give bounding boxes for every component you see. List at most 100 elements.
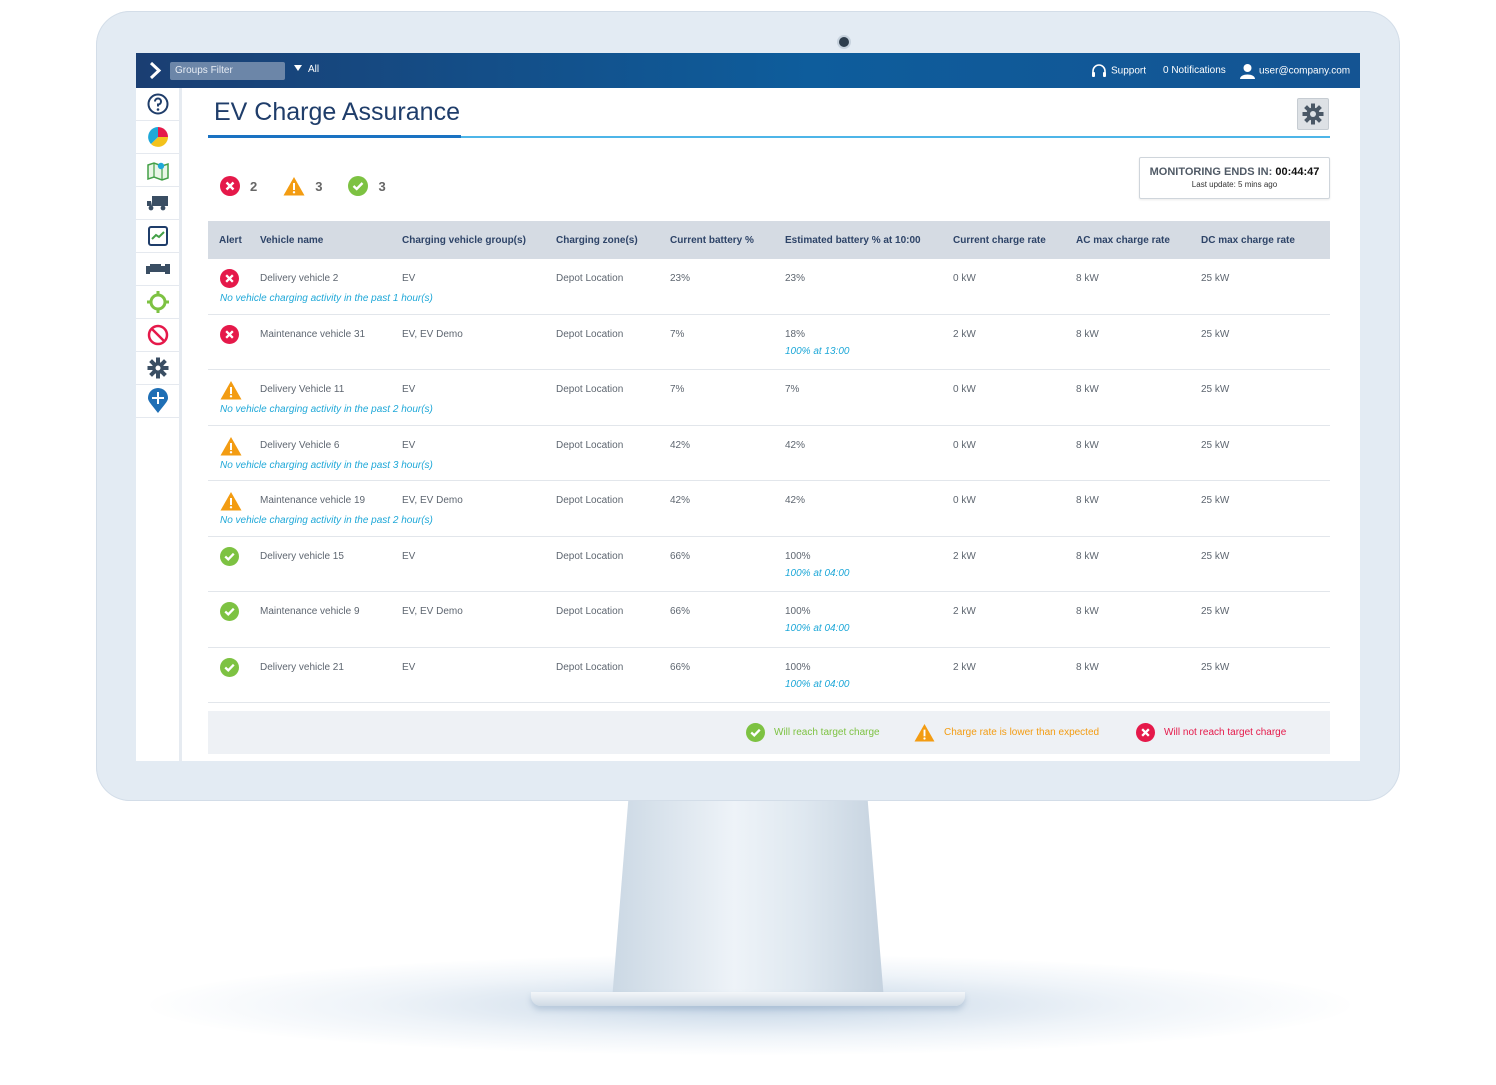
monitor-neck (612, 800, 884, 1000)
monitoring-label: MONITORING ENDS IN: (1149, 166, 1273, 178)
table-row[interactable]: Delivery vehicle 2 EV Depot Location 23% 23%… (208, 259, 1330, 315)
no-entry-icon (147, 324, 168, 346)
table-row[interactable]: Maintenance vehicle 9 EV, EV Demo Depot Lo… (208, 592, 1330, 648)
dc-max-rate: 25 kW (1201, 606, 1230, 617)
table-row[interactable]: Maintenance vehicle 19 EV, EV Demo Depot L… (208, 481, 1330, 537)
estimated-battery: 42% (785, 439, 806, 451)
sidebar-item-vehicles[interactable] (136, 187, 179, 220)
warning-triangle-icon (914, 723, 935, 742)
current-charge-rate: 0 kW (953, 273, 976, 284)
table-row[interactable]: Delivery vehicle 21 EV Depot Location 66% 10… (208, 648, 1330, 703)
user-icon (1240, 64, 1255, 79)
alert-status (220, 324, 239, 347)
estimated-battery: 42% (785, 495, 806, 506)
monitoring-countdown: MONITORING ENDS IN: 00:44:47 Last update… (1139, 157, 1330, 199)
ac-max-rate: 8 kW (1076, 384, 1099, 395)
charging-zone: Depot Location (556, 328, 624, 340)
sidebar-item-analytics[interactable] (136, 220, 179, 253)
gear-icon (1302, 103, 1324, 125)
current-battery: 7% (670, 384, 685, 395)
sidebar (136, 88, 182, 761)
expand-chevron-icon[interactable] (148, 62, 162, 79)
groups-dropdown-value: All (308, 64, 320, 75)
col-zone[interactable]: Charging zone(s) (556, 235, 638, 246)
user-menu[interactable]: user@company.com (1240, 63, 1350, 79)
ac-max-rate: 8 kW (1076, 495, 1099, 506)
top-bar: Groups Filter All Support 0 Notification… (136, 53, 1360, 88)
headset-icon (1092, 64, 1106, 77)
vehicle-name: Delivery vehicle 21 (260, 661, 344, 673)
map-icon (146, 162, 169, 181)
groups-dropdown[interactable]: All (294, 64, 319, 75)
last-update: Last update: 5 mins ago (1191, 180, 1278, 189)
sidebar-item-engine[interactable] (136, 253, 179, 286)
summary-errors[interactable]: 2 (220, 176, 257, 196)
legend-ok-label: Will reach target charge (774, 727, 880, 738)
table-row[interactable]: Maintenance vehicle 31 EV, EV Demo Depot L… (208, 315, 1330, 370)
current-charge-rate: 2 kW (953, 661, 976, 673)
col-group[interactable]: Charging vehicle group(s) (402, 235, 526, 246)
sidebar-item-settings[interactable] (136, 352, 179, 385)
col-alert[interactable]: Alert (219, 235, 242, 246)
col-dc[interactable]: DC max charge rate (1201, 235, 1295, 246)
table-row[interactable]: Delivery Vehicle 6 EV Depot Location 42% 42%… (208, 426, 1330, 481)
user-email: user@company.com (1259, 65, 1351, 77)
page-settings-button[interactable] (1297, 98, 1329, 130)
notifications-link[interactable]: 0 Notifications (1163, 65, 1226, 76)
ac-max-rate: 8 kW (1076, 439, 1099, 451)
support-label: Support (1111, 65, 1147, 77)
error-circle-icon (1136, 723, 1155, 742)
vehicle-name: Delivery vehicle 15 (260, 550, 344, 562)
current-battery: 23% (670, 273, 691, 284)
alert-status (220, 546, 239, 569)
status-summary: 2 3 3 (220, 176, 412, 196)
col-estimated[interactable]: Estimated battery % at 10:00 (785, 235, 921, 246)
table-row[interactable]: Delivery vehicle 15 EV Depot Location 66% 10… (208, 537, 1330, 592)
ev-table: Alert Vehicle name Charging vehicle grou… (208, 221, 1330, 703)
sidebar-item-exceptions[interactable] (136, 319, 179, 352)
title-divider-active (208, 135, 461, 138)
legend-error-label: Will not reach target charge (1164, 727, 1287, 738)
warning-triangle-icon (220, 436, 242, 455)
charging-zone: Depot Location (556, 384, 624, 395)
vehicle-name: Delivery vehicle 2 (260, 273, 339, 284)
groups-filter-input[interactable]: Groups Filter (170, 62, 285, 80)
vehicle-group: EV, EV Demo (402, 328, 463, 340)
charging-zone: Depot Location (556, 495, 624, 506)
estimated-battery: 18% (785, 328, 806, 340)
col-current[interactable]: Current battery % (670, 235, 754, 246)
estimated-battery: 23% (785, 273, 806, 284)
current-charge-rate: 2 kW (953, 550, 976, 562)
check-circle-icon (746, 723, 765, 742)
support-link[interactable]: Support (1091, 63, 1146, 79)
summary-warnings[interactable]: 3 (283, 176, 322, 196)
table-body: Delivery vehicle 2 EV Depot Location 23% 23%… (208, 259, 1330, 703)
col-ac[interactable]: AC max charge rate (1076, 235, 1170, 246)
estimated-battery: 100% (785, 550, 811, 562)
main-content: EV Charge Assurance 2 3 3 MONITORING END… (182, 88, 1360, 761)
gear-puzzle-icon (146, 291, 169, 313)
summary-ok[interactable]: 3 (348, 176, 386, 196)
col-rate[interactable]: Current charge rate (953, 235, 1046, 246)
col-vehicle[interactable]: Vehicle name (260, 235, 323, 246)
app-screen: Groups Filter All Support 0 Notification… (136, 53, 1360, 761)
sidebar-item-rules[interactable] (136, 286, 179, 319)
table-row[interactable]: Delivery Vehicle 11 EV Depot Location 7% 7% 0… (208, 370, 1330, 426)
vehicle-group: EV, EV Demo (402, 606, 463, 617)
ac-max-rate: 8 kW (1076, 550, 1099, 562)
sidebar-item-map[interactable] (136, 154, 179, 187)
vehicle-name: Maintenance vehicle 31 (260, 328, 366, 340)
sidebar-item-location[interactable] (136, 385, 179, 418)
sidebar-item-help[interactable] (136, 88, 179, 121)
alert-status (220, 602, 239, 624)
dc-max-rate: 25 kW (1201, 273, 1230, 284)
vehicle-name: Maintenance vehicle 9 (260, 606, 360, 617)
dropdown-triangle-icon (294, 65, 302, 71)
camera-dot (839, 37, 849, 47)
trend-chart-icon (147, 226, 168, 246)
dc-max-rate: 25 kW (1201, 661, 1230, 673)
sidebar-item-reports[interactable] (136, 121, 179, 154)
legend-error: Will not reach target charge (1136, 723, 1286, 742)
help-icon (147, 93, 168, 115)
warning-triangle-icon (220, 381, 242, 400)
